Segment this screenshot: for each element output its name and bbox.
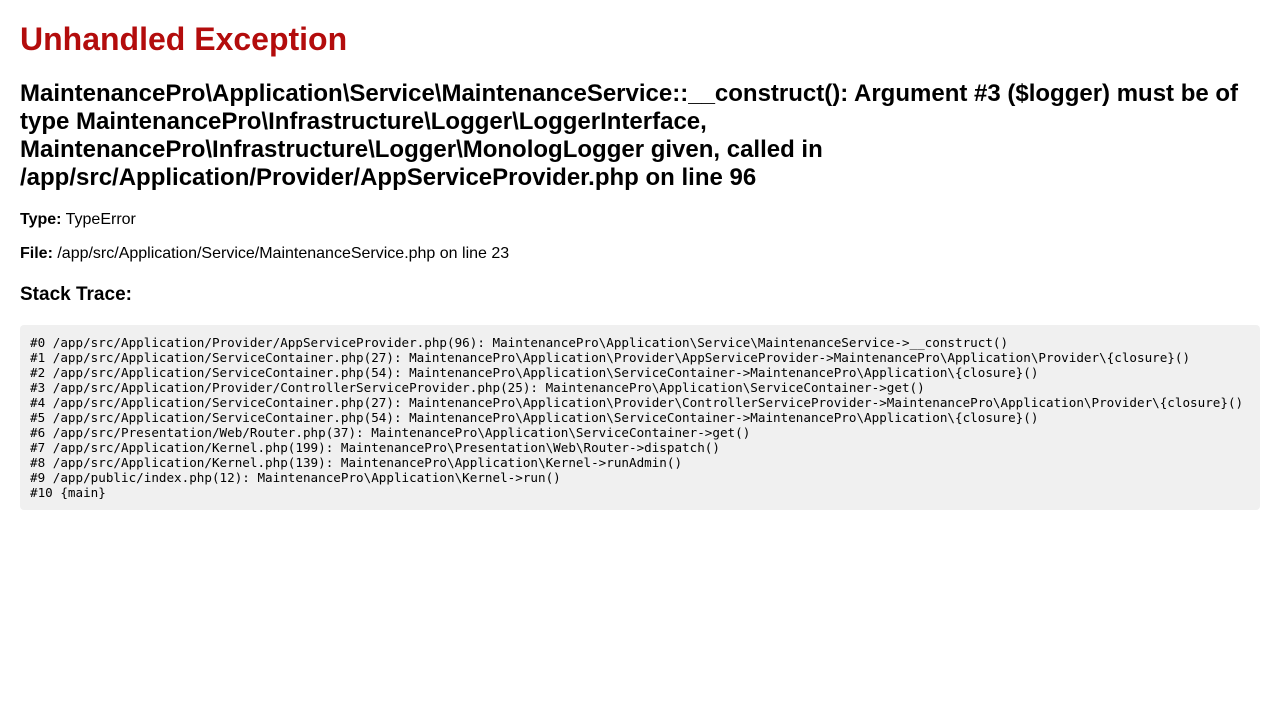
type-label: Type: [20,211,62,228]
exception-message: MaintenancePro\Application\Service\Maint… [20,80,1239,191]
stack-trace-box: #0 /app/src/Application/Provider/AppServ… [20,325,1260,510]
stack-trace-line: #6 /app/src/Presentation/Web/Router.php(… [30,425,751,440]
exception-type: Type: TypeError [20,210,1260,230]
stack-trace-line: #7 /app/src/Application/Kernel.php(199):… [30,440,720,455]
stack-trace-line: #0 /app/src/Application/Provider/AppServ… [30,335,1009,350]
file-value: /app/src/Application/Service/Maintenance… [57,245,510,262]
error-page: Unhandled Exception MaintenancePro\Appli… [0,0,1280,720]
stack-trace-line: #5 /app/src/Application/ServiceContainer… [30,410,1039,425]
type-value: TypeError [65,211,136,228]
stack-trace-line: #10 {main} [30,485,106,500]
file-label: File: [20,245,53,262]
stack-trace-line: #1 /app/src/Application/ServiceContainer… [30,350,1191,365]
stack-trace-line: #2 /app/src/Application/ServiceContainer… [30,365,1039,380]
stack-trace-line: #8 /app/src/Application/Kernel.php(139):… [30,455,683,470]
stack-trace-line: #9 /app/public/index.php(12): Maintenanc… [30,470,561,485]
stack-trace-line: #3 /app/src/Application/Provider/Control… [30,380,925,395]
stack-trace-heading: Stack Trace: [20,284,132,305]
stack-trace-line: #4 /app/src/Application/ServiceContainer… [30,395,1244,410]
page-title: Unhandled Exception [20,21,348,57]
exception-file: File: /app/src/Application/Service/Maint… [20,244,1260,264]
